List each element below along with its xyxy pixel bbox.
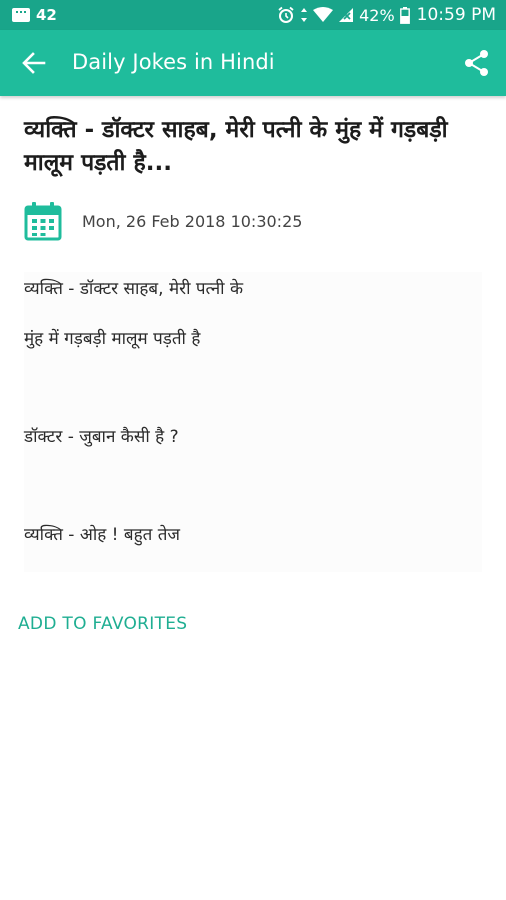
joke-line: व्यक्ति - डॉक्टर साहब, मेरी पत्नी के	[24, 279, 244, 299]
wifi-icon	[313, 7, 334, 22]
calendar-icon	[24, 202, 62, 241]
status-time: 10:59 PM	[416, 5, 496, 25]
date-row: Mon, 26 Feb 2018 10:30:25	[24, 200, 302, 242]
signal-icon	[339, 8, 354, 22]
notification-count: 42	[36, 6, 57, 24]
post-title: व्यक्ति - डॉक्टर साहब, मेरी पत्नी के मुं…	[24, 117, 448, 176]
joke-line: व्यक्ति - ओह ! बहुत तेज	[24, 525, 180, 545]
joke-line: डॉक्टर - जुबान कैसी है ?	[24, 427, 179, 447]
share-icon[interactable]	[462, 48, 492, 78]
data-arrows-icon	[301, 8, 308, 22]
status-bar: 42 42% 10:59 PM	[0, 0, 506, 30]
joke-line: मुंह में गड़बड़ी मालूम पड़ती है	[24, 329, 201, 349]
battery-percent: 42%	[359, 5, 395, 25]
joke-body: व्यक्ति - डॉक्टर साहब, मेरी पत्नी के मुं…	[24, 272, 482, 572]
post-date: Mon, 26 Feb 2018 10:30:25	[82, 211, 303, 231]
add-to-favorites-button[interactable]: ADD TO FAVORITES	[18, 614, 187, 634]
notification-icon	[12, 8, 30, 22]
app-bar: Daily Jokes in Hindi	[0, 30, 506, 96]
back-arrow-icon[interactable]	[20, 49, 48, 77]
alarm-icon	[278, 6, 294, 23]
status-right: 42% 10:59 PM	[277, 5, 496, 25]
status-left: 42	[12, 6, 57, 24]
battery-icon	[399, 6, 410, 24]
app-title: Daily Jokes in Hindi	[72, 50, 275, 74]
